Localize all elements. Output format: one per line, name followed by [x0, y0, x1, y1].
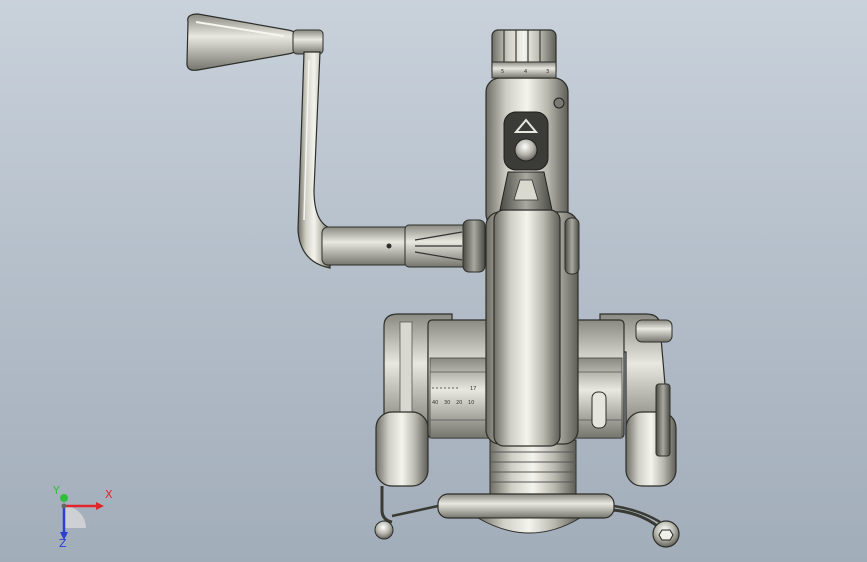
y-axis-icon	[60, 494, 68, 502]
scale-mark: 10	[468, 400, 474, 406]
crank-shaft	[321, 219, 486, 273]
crank-handle-grip[interactable]	[186, 13, 324, 71]
x-axis-label: X	[105, 488, 113, 501]
scale-mark: 20	[456, 400, 462, 406]
dial-number: 5	[501, 69, 504, 75]
adjust-window[interactable]	[499, 111, 553, 211]
dial-number: 4	[524, 69, 527, 75]
base-collar	[391, 439, 661, 534]
coffee-grinder-model[interactable]: 17 40 30 20 10 5 4 3	[0, 0, 867, 562]
coordinate-triad: X Y Z	[52, 484, 113, 548]
scale-mark: 30	[444, 400, 450, 406]
z-axis-label: Z	[59, 537, 67, 548]
dial-number: 3	[546, 69, 549, 75]
cad-viewport[interactable]: 17 40 30 20 10 5 4 3 X Y Z	[0, 0, 867, 562]
grind-dial[interactable]: 5 4 3	[491, 29, 557, 79]
scale-mark: 40	[432, 400, 438, 406]
scale-mark: 17	[470, 386, 476, 392]
y-axis-label: Y	[52, 484, 60, 497]
triad-plane-icon	[64, 506, 86, 528]
